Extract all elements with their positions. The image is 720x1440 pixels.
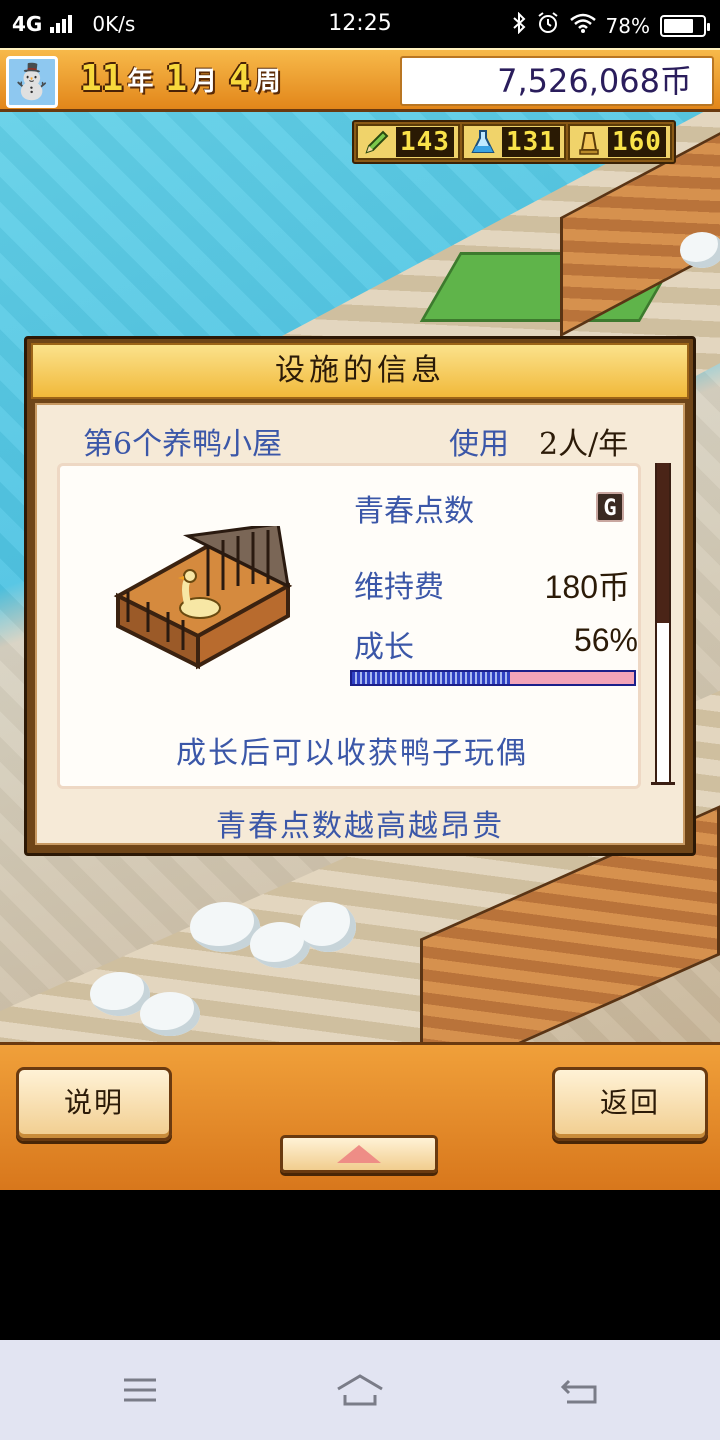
back-button[interactable]: 返回 bbox=[552, 1067, 708, 1141]
date-week: 4 bbox=[229, 58, 251, 99]
snow-bush bbox=[140, 992, 200, 1036]
status-right: 78% bbox=[512, 11, 710, 40]
resource-bell: 160 bbox=[567, 124, 672, 160]
usage-value: 2人/年 bbox=[539, 427, 629, 462]
resource-value: 131 bbox=[501, 127, 560, 157]
system-nav-bar bbox=[0, 1340, 720, 1440]
home-icon[interactable] bbox=[330, 1370, 390, 1410]
facility-name: 第6个养鸭小屋 bbox=[83, 427, 283, 462]
growth-progress-bar bbox=[350, 670, 636, 686]
flask-icon bbox=[468, 127, 498, 157]
duck-house-sprite bbox=[113, 526, 293, 670]
growth-value: 56% bbox=[573, 622, 638, 658]
bluetooth-icon bbox=[512, 11, 526, 39]
facility-info-dialog: 设施的信息 第6个养鸭小屋 使用 2人/年 青春点数 G 维持费 180币 成长… bbox=[24, 336, 696, 856]
resource-flask: 131 bbox=[461, 124, 566, 160]
youth-points-grade: G bbox=[596, 492, 624, 522]
status-bar: 4G 0K/s 12:25 78% bbox=[0, 0, 720, 48]
battery-icon bbox=[660, 14, 710, 37]
date-year-unit: 年 bbox=[127, 67, 154, 97]
dialog-title: 设施的信息 bbox=[31, 343, 689, 399]
resource-value: 160 bbox=[607, 127, 666, 157]
expand-up-button[interactable] bbox=[280, 1135, 438, 1173]
help-button[interactable]: 说明 bbox=[16, 1067, 172, 1141]
alarm-icon bbox=[536, 11, 560, 40]
info-scrollbar[interactable] bbox=[651, 463, 675, 785]
blank-area bbox=[0, 1190, 720, 1340]
info-box[interactable]: 青春点数 G 维持费 180币 成长 56% 成长后可以收获鸭子玩偶 bbox=[57, 463, 641, 789]
bottom-panel: 说明 返回 bbox=[0, 1042, 720, 1190]
maintenance-value: 180币 bbox=[544, 569, 630, 605]
up-arrow-icon bbox=[337, 1145, 381, 1163]
date-week-unit: 周 bbox=[254, 67, 281, 97]
growth-progress-fill bbox=[352, 672, 510, 684]
snow-bush bbox=[680, 232, 720, 268]
growth-label: 成长 bbox=[354, 630, 414, 665]
resource-value: 143 bbox=[396, 127, 454, 157]
date-month-unit: 月 bbox=[191, 67, 218, 97]
back-icon[interactable] bbox=[550, 1370, 610, 1410]
usage-label: 使用 bbox=[449, 427, 509, 462]
youth-points-label: 青春点数 bbox=[354, 494, 474, 529]
resource-bar: 143 131 160 bbox=[352, 120, 676, 164]
footer-note: 青春点数越高越昂贵 bbox=[216, 809, 504, 844]
resource-pencil: 143 bbox=[356, 124, 460, 160]
menu-icon[interactable] bbox=[110, 1370, 170, 1410]
scroll-end bbox=[651, 782, 675, 785]
bell-icon bbox=[574, 127, 604, 157]
wifi-icon bbox=[569, 13, 596, 38]
pencil-icon bbox=[362, 127, 392, 157]
game-header: ⛄ 11 年 1 月 4 周 7,526,068币 bbox=[0, 48, 720, 112]
growth-hint: 成长后可以收获鸭子玩偶 bbox=[176, 736, 528, 771]
date-month: 1 bbox=[165, 58, 188, 99]
maintenance-label: 维持费 bbox=[354, 570, 444, 605]
game-date: 11 年 1 月 4 周 bbox=[80, 58, 289, 99]
date-year: 11 bbox=[80, 58, 124, 99]
snow-bush bbox=[300, 902, 356, 952]
money-display: 7,526,068币 bbox=[400, 56, 714, 106]
battery-percent: 78% bbox=[605, 13, 650, 38]
snowman-icon[interactable]: ⛄ bbox=[6, 56, 58, 108]
dialog-body: 第6个养鸭小屋 使用 2人/年 青春点数 G 维持费 180币 成长 56% 成… bbox=[35, 403, 685, 845]
scroll-thumb[interactable] bbox=[657, 463, 669, 623]
